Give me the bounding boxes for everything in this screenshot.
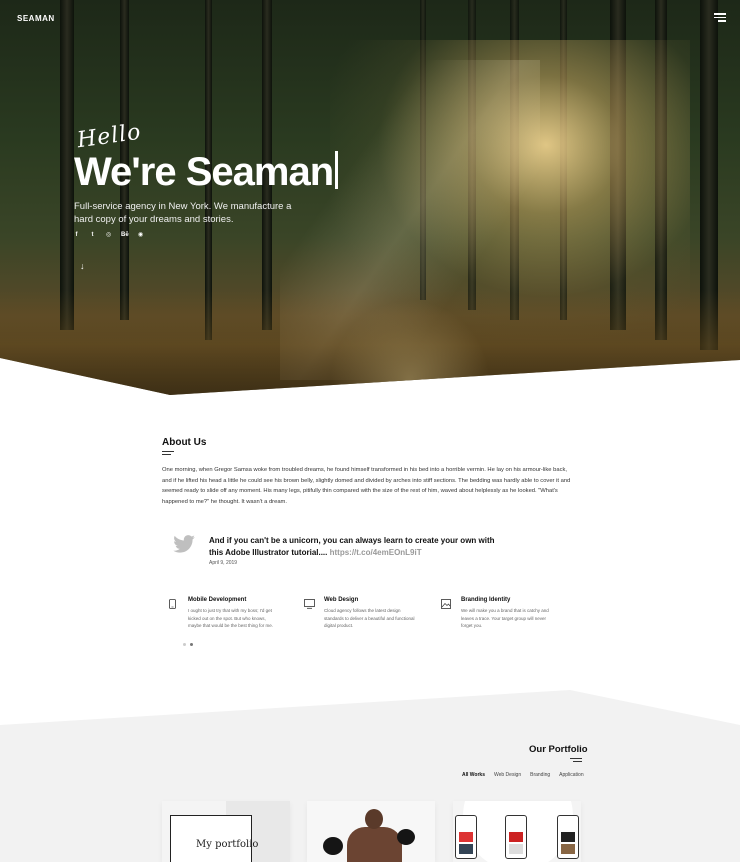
about-paragraph: One morning, when Gregor Samsa woke from… (162, 467, 571, 505)
service-desc: Cloud agency follows the latest design s… (324, 608, 415, 628)
boxer-image (347, 827, 402, 862)
instagram-icon[interactable]: ◎ (105, 232, 112, 239)
site-logo[interactable]: SEAMAN (17, 14, 55, 23)
title-underline (573, 761, 582, 762)
phone-mockup (505, 815, 527, 859)
phone-mockup (557, 815, 579, 859)
typing-cursor (335, 151, 339, 189)
boxing-glove (397, 829, 415, 845)
dribbble-icon[interactable]: ◉ (137, 232, 144, 239)
portfolio-card[interactable]: My portfolio (162, 801, 290, 862)
title-underline (570, 758, 582, 759)
slider-dot-active[interactable] (190, 643, 193, 646)
portfolio-filters: All Works Web Design Branding Applicatio… (462, 772, 584, 778)
tweet-date: April 9, 2019 (209, 560, 238, 566)
twitter-icon (173, 535, 195, 553)
portfolio-card[interactable] (453, 801, 581, 862)
title-underline (162, 454, 171, 455)
arrow-down-icon[interactable]: ↓ (80, 261, 85, 271)
portfolio-title: Our Portfolio (529, 744, 588, 755)
service-title: Branding Identity (461, 597, 511, 603)
social-links: f t ◎ Bē ◉ (73, 232, 144, 239)
hero-subtitle: Full-service agency in New York. We manu… (74, 201, 292, 225)
tweet-link[interactable]: https://t.co/4emEOnL9iT (330, 548, 422, 557)
service-title: Web Design (324, 597, 359, 603)
filter-all-works[interactable]: All Works (462, 772, 485, 778)
image-icon (441, 599, 451, 609)
slider-dots (183, 643, 193, 646)
filter-web-design[interactable]: Web Design (494, 772, 521, 778)
slider-dot[interactable] (183, 643, 186, 646)
facebook-icon[interactable]: f (73, 232, 80, 239)
filter-application[interactable]: Application (559, 772, 583, 778)
hello-script-text: Hello (75, 119, 143, 154)
service-desc: I ought to just try that with my boss; I… (188, 608, 274, 628)
tree-trunk (60, 0, 74, 330)
monitor-icon (304, 599, 315, 609)
twitter-icon[interactable]: t (89, 232, 96, 239)
phone-mockup (455, 815, 477, 859)
tweet-text: And if you can't be a unicorn, you can a… (209, 536, 495, 557)
hero-section: SEAMAN Hello We're Seaman Full-service a… (0, 0, 740, 395)
behance-icon[interactable]: Bē (121, 232, 129, 239)
about-title: About Us (162, 437, 207, 448)
service-desc: We will make you a brand that is catchy … (461, 608, 549, 628)
title-underline (162, 451, 174, 452)
mobile-icon (169, 599, 176, 609)
boxing-glove (323, 837, 343, 855)
mockup-title: My portfolio (196, 839, 259, 850)
hero-headline: We're Seaman (74, 150, 339, 195)
portfolio-card[interactable] (307, 801, 435, 862)
filter-branding[interactable]: Branding (530, 772, 550, 778)
hamburger-icon[interactable] (714, 13, 726, 22)
service-title: Mobile Development (188, 597, 247, 603)
boxer-head (365, 809, 383, 829)
forest-path (330, 300, 490, 395)
